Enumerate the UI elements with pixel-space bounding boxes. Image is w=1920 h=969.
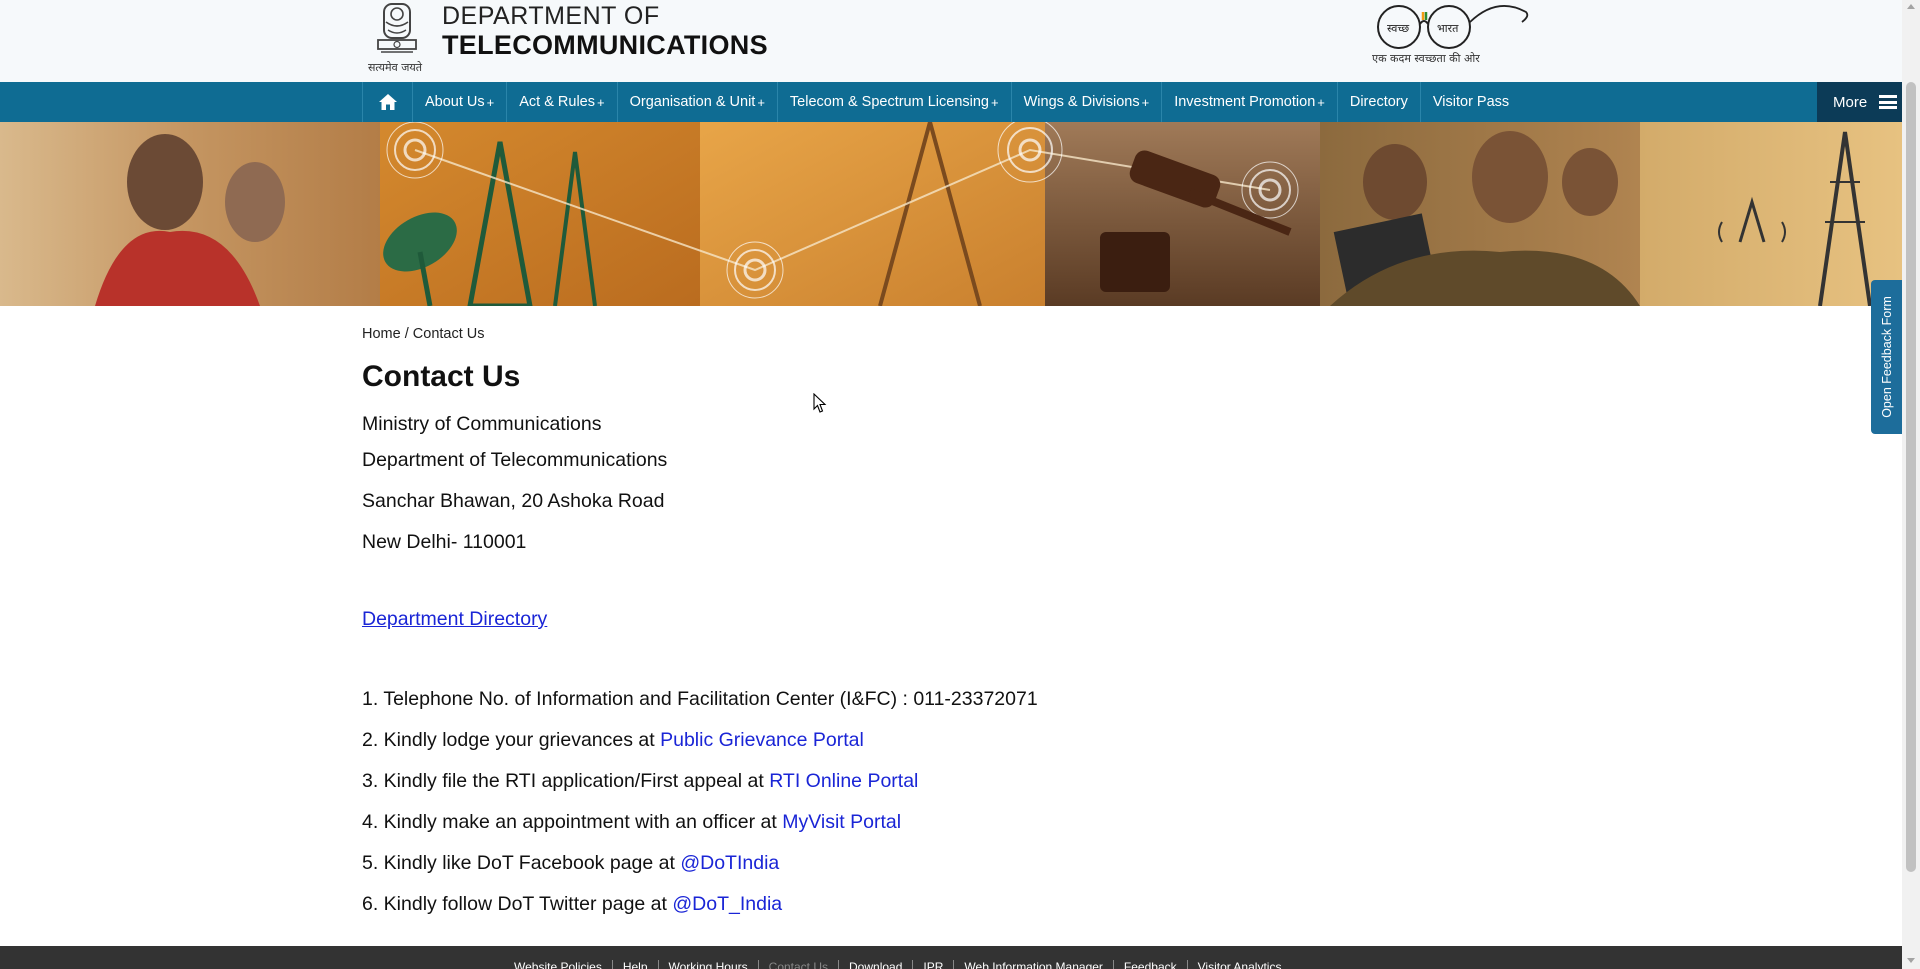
nav-wings-divisions[interactable]: Wings & Divisions + (1010, 82, 1162, 122)
vertical-scrollbar[interactable] (1902, 0, 1920, 969)
plus-icon: + (757, 94, 765, 110)
swachh-word: स्वच्छ (1387, 22, 1409, 35)
plus-icon: + (991, 94, 999, 110)
open-feedback-form-tab[interactable]: Open Feedback Form (1871, 280, 1902, 434)
emblem-caption: सत्यमेव जयते (368, 61, 423, 74)
bharat-word: भारत (1437, 22, 1459, 35)
contact-item-rti: 3. Kindly file the RTI application/First… (362, 770, 918, 793)
nav-investment-promotion[interactable]: Investment Promotion + (1161, 82, 1337, 122)
site-header: सत्यमेव जयते DEPARTMENT OF TELECOMMUNICA… (0, 0, 1902, 82)
public-grievance-portal-link[interactable]: Public Grievance Portal (660, 729, 864, 751)
hamburger-icon (1879, 95, 1898, 109)
myvisit-portal-link[interactable]: MyVisit Portal (782, 811, 901, 833)
nav-label: Wings & Divisions (1023, 94, 1140, 110)
twitter-dot-india-link[interactable]: @DoT_India (672, 893, 782, 915)
footer-link-website-policies[interactable]: Website Policies (514, 960, 612, 969)
facebook-dotindia-link[interactable]: @DoTIndia (680, 852, 779, 874)
item-text: 3. Kindly file the RTI application/First… (362, 770, 770, 792)
main-navigation: About Us + Act & Rules + Organisation & Un… (0, 82, 1902, 122)
nav-organisation-unit[interactable]: Organisation & Unit + (616, 82, 777, 122)
contact-item-appointment: 4. Kindly make an appointment with an of… (362, 811, 901, 834)
more-label: More (1833, 93, 1868, 111)
nav-label: Visitor Pass (1432, 94, 1510, 110)
scroll-down-arrow-icon[interactable] (1907, 958, 1915, 963)
rti-online-portal-link[interactable]: RTI Online Portal (769, 770, 918, 792)
nav-visitor-pass[interactable]: Visitor Pass (1419, 82, 1521, 122)
plus-icon: + (1141, 94, 1150, 110)
contact-item-grievance: 2. Kindly lodge your grievances at Publi… (362, 729, 864, 752)
mouse-pointer-icon (813, 392, 827, 419)
plus-icon: + (1317, 94, 1325, 110)
nav-home-button[interactable] (362, 82, 412, 122)
department-title-line1: DEPARTMENT OF (442, 2, 660, 30)
item-text: 6. Kindly follow DoT Twitter page at (362, 893, 673, 915)
nav-label: Telecom & Spectrum Licensing (789, 94, 989, 110)
department-title-line2[interactable]: TELECOMMUNICATIONS (442, 30, 768, 61)
swachh-caption: एक कदम स्वच्छता की ओर (1372, 52, 1480, 65)
address-line-ministry: Ministry of Communications (362, 413, 602, 435)
address-line-department: Department of Telecommunications (362, 449, 668, 471)
address-line-street: Sanchar Bhawan, 20 Ashoka Road (362, 490, 665, 512)
nav-list: About Us + Act & Rules + Organisation & Un… (362, 82, 1521, 122)
nav-label: Act & Rules (519, 94, 595, 110)
footer-links: Website Policies Help Working Hours Cont… (514, 960, 1291, 969)
footer-link-ipr[interactable]: IPR (912, 960, 953, 969)
nav-telecom-spectrum-licensing[interactable]: Telecom & Spectrum Licensing + (776, 82, 1011, 122)
contact-item-twitter: 6. Kindly follow DoT Twitter page at @Do… (362, 893, 782, 916)
footer-link-download[interactable]: Download (838, 960, 912, 969)
nav-label: Investment Promotion (1174, 94, 1316, 110)
page-title: Contact Us (362, 360, 521, 393)
breadcrumb-home-link[interactable]: Home (362, 326, 401, 342)
nav-label: Directory (1349, 94, 1408, 110)
scrollbar-thumb[interactable] (1906, 82, 1916, 872)
footer-link-contact-us[interactable]: Contact Us (757, 960, 838, 969)
department-directory-link[interactable]: Department Directory (362, 608, 547, 631)
home-icon (378, 94, 397, 110)
footer-link-visitor-analytics[interactable]: Visitor Analytics (1186, 960, 1292, 969)
item-text: 4. Kindly make an appointment with an of… (362, 811, 783, 833)
feedback-tab-label: Open Feedback Form (1879, 296, 1894, 418)
nav-about-us[interactable]: About Us + (412, 82, 506, 122)
scroll-up-arrow-icon[interactable] (1907, 4, 1915, 9)
nav-directory[interactable]: Directory (1336, 82, 1420, 122)
address-line-city: New Delhi- 110001 (362, 531, 527, 553)
item-text: 1. Telephone No. of Information and Faci… (362, 688, 1038, 710)
plus-icon: + (597, 94, 605, 110)
contact-item-facebook: 5. Kindly like DoT Facebook page at @DoT… (362, 852, 779, 875)
footer-link-working-hours[interactable]: Working Hours (657, 960, 758, 969)
contact-item-telephone: 1. Telephone No. of Information and Faci… (362, 688, 1038, 711)
site-footer: Website Policies Help Working Hours Cont… (0, 946, 1902, 969)
item-text: 2. Kindly lodge your grievances at (362, 729, 661, 751)
footer-link-web-information-manager[interactable]: Web Information Manager (953, 960, 1113, 969)
footer-link-feedback[interactable]: Feedback (1112, 960, 1187, 969)
footer-link-help[interactable]: Help (611, 960, 658, 969)
nav-label: Organisation & Unit (629, 94, 756, 110)
nav-label: About Us (425, 94, 485, 110)
item-text: 5. Kindly like DoT Facebook page at (362, 852, 681, 874)
breadcrumb-separator: / (404, 326, 409, 342)
nav-act-rules[interactable]: Act & Rules + (506, 82, 616, 122)
more-menu-button[interactable]: More (1817, 82, 1902, 122)
breadcrumb: Home / Contact Us (362, 326, 485, 342)
plus-icon: + (486, 94, 495, 110)
breadcrumb-current: Contact Us (412, 326, 485, 342)
hero-banner (0, 122, 1902, 306)
